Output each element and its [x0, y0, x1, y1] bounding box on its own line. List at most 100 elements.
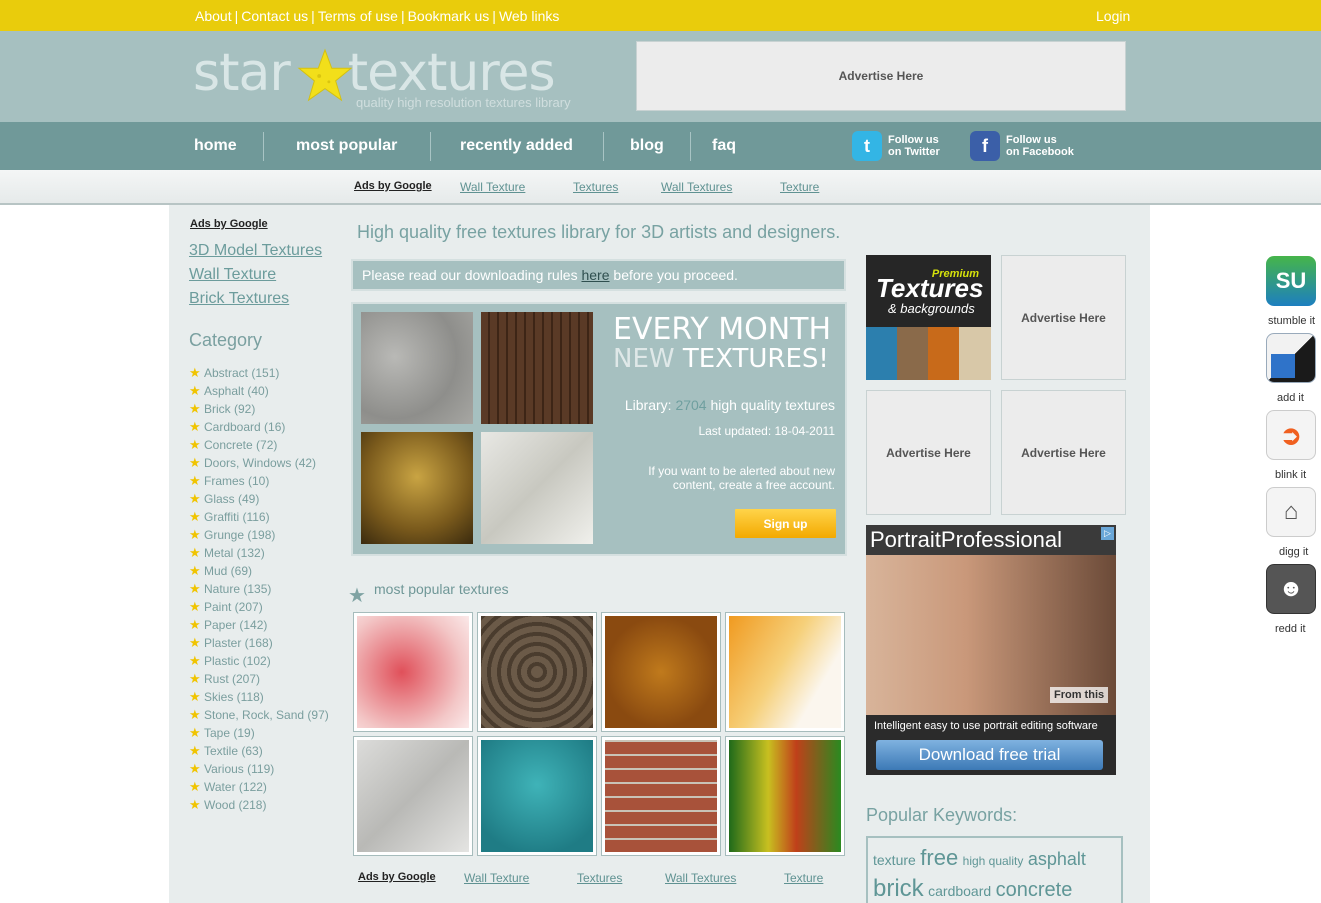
popular-thumb[interactable] [601, 612, 721, 732]
popular-thumb[interactable] [353, 612, 473, 732]
reddit-icon[interactable]: ☻ [1266, 564, 1316, 614]
category-label[interactable]: Water (122) [204, 780, 267, 794]
advertise-box[interactable]: Advertise Here [866, 390, 991, 515]
category-item[interactable]: ★ Brick (92) [189, 400, 329, 418]
bottom-ads-by-google[interactable]: Ads by Google [358, 871, 436, 883]
category-item[interactable]: ★ Stone, Rock, Sand (97) [189, 706, 329, 724]
bottom-ad-link[interactable]: Texture [784, 871, 823, 885]
keyword-link[interactable]: asphalt [1028, 849, 1086, 869]
category-label[interactable]: Paint (207) [204, 600, 263, 614]
popular-thumb[interactable] [477, 736, 597, 856]
bottom-ad-link[interactable]: Textures [577, 871, 622, 885]
portrait-professional-ad[interactable]: PortraitProfessional ▷ From this Intelli… [866, 525, 1116, 775]
premium-textures-ad[interactable]: Premium Textures & backgrounds [866, 255, 991, 380]
category-label[interactable]: Metal (132) [204, 546, 265, 560]
facebook-follow[interactable]: f Follow us on Facebook [970, 131, 1074, 161]
category-item[interactable]: ★ Asphalt (40) [189, 382, 329, 400]
ad-link[interactable]: Texture [780, 180, 819, 194]
popular-thumb[interactable] [353, 736, 473, 856]
category-item[interactable]: ★ Metal (132) [189, 544, 329, 562]
category-label[interactable]: Grunge (198) [204, 528, 275, 542]
category-item[interactable]: ★ Frames (10) [189, 472, 329, 490]
category-label[interactable]: Abstract (151) [204, 366, 279, 380]
category-label[interactable]: Asphalt (40) [204, 384, 269, 398]
sidebar-ad-link[interactable]: 3D Model Textures [189, 242, 322, 260]
category-label[interactable]: Skies (118) [204, 690, 264, 704]
category-item[interactable]: ★ Nature (135) [189, 580, 329, 598]
nav-home[interactable]: home [194, 137, 237, 155]
category-item[interactable]: ★ Glass (49) [189, 490, 329, 508]
category-label[interactable]: Mud (69) [204, 564, 252, 578]
keyword-link[interactable]: high quality [963, 854, 1024, 868]
category-label[interactable]: Graffiti (116) [204, 510, 270, 524]
weblinks-link[interactable]: Web links [499, 8, 559, 24]
login-link[interactable]: Login [1096, 8, 1130, 24]
bookmark-link[interactable]: Bookmark us [408, 8, 490, 24]
category-item[interactable]: ★ Textile (63) [189, 742, 329, 760]
category-label[interactable]: Doors, Windows (42) [204, 456, 316, 470]
category-item[interactable]: ★ Plastic (102) [189, 652, 329, 670]
ad-link[interactable]: Wall Texture [460, 180, 525, 194]
stumbleupon-icon[interactable]: SU [1266, 256, 1316, 306]
category-item[interactable]: ★ Mud (69) [189, 562, 329, 580]
category-item[interactable]: ★ Grunge (198) [189, 526, 329, 544]
blinklist-icon[interactable]: ➲ [1266, 410, 1316, 460]
popular-thumb[interactable] [725, 612, 845, 732]
keyword-link[interactable]: texture [873, 852, 916, 868]
header-advertise-box[interactable]: Advertise Here [636, 41, 1126, 111]
category-item[interactable]: ★ Wood (218) [189, 796, 329, 814]
sidebar-ad-link[interactable]: Brick Textures [189, 290, 289, 308]
popular-thumb[interactable] [477, 612, 597, 732]
twitter-follow[interactable]: t Follow us on Twitter [852, 131, 940, 161]
keyword-link[interactable]: brick [873, 875, 924, 902]
adchoices-icon[interactable]: ▷ [1101, 527, 1114, 540]
category-label[interactable]: Brick (92) [204, 402, 255, 416]
category-label[interactable]: Textile (63) [204, 744, 263, 758]
category-item[interactable]: ★ Paper (142) [189, 616, 329, 634]
promo-texture-gold[interactable] [361, 432, 473, 544]
category-item[interactable]: ★ Water (122) [189, 778, 329, 796]
category-label[interactable]: Tape (19) [204, 726, 255, 740]
sidebar-ads-by-google[interactable]: Ads by Google [190, 218, 268, 230]
category-label[interactable]: Nature (135) [204, 582, 271, 596]
category-item[interactable]: ★ Doors, Windows (42) [189, 454, 329, 472]
category-item[interactable]: ★ Tape (19) [189, 724, 329, 742]
promo-texture-concrete[interactable] [361, 312, 473, 424]
download-trial-button[interactable]: Download free trial [876, 740, 1103, 770]
category-label[interactable]: Stone, Rock, Sand (97) [204, 708, 329, 722]
category-item[interactable]: ★ Graffiti (116) [189, 508, 329, 526]
ads-by-google-link[interactable]: Ads by Google [354, 180, 432, 192]
category-label[interactable]: Various (119) [204, 762, 274, 776]
nav-recently-added[interactable]: recently added [460, 137, 573, 155]
rules-link[interactable]: here [581, 267, 609, 283]
advertise-box[interactable]: Advertise Here [1001, 255, 1126, 380]
category-item[interactable]: ★ Rust (207) [189, 670, 329, 688]
bottom-ad-link[interactable]: Wall Textures [665, 871, 736, 885]
site-logo[interactable]: star textures quality high resolution tex… [193, 45, 593, 115]
keyword-link[interactable]: free [920, 845, 958, 870]
bottom-ad-link[interactable]: Wall Texture [464, 871, 529, 885]
category-item[interactable]: ★ Plaster (168) [189, 634, 329, 652]
keyword-link[interactable]: cardboard [928, 883, 991, 899]
category-label[interactable]: Cardboard (16) [204, 420, 285, 434]
category-item[interactable]: ★ Various (119) [189, 760, 329, 778]
category-item[interactable]: ★ Skies (118) [189, 688, 329, 706]
terms-link[interactable]: Terms of use [318, 8, 398, 24]
sidebar-ad-link[interactable]: Wall Texture [189, 266, 276, 284]
category-item[interactable]: ★ Paint (207) [189, 598, 329, 616]
nav-faq[interactable]: faq [712, 137, 736, 155]
promo-texture-plaster[interactable] [481, 432, 593, 544]
ad-link[interactable]: Textures [573, 180, 618, 194]
popular-thumb[interactable] [601, 736, 721, 856]
popular-thumb[interactable] [725, 736, 845, 856]
category-label[interactable]: Concrete (72) [204, 438, 277, 452]
category-label[interactable]: Paper (142) [204, 618, 267, 632]
category-label[interactable]: Frames (10) [204, 474, 269, 488]
ad-link[interactable]: Wall Textures [661, 180, 732, 194]
advertise-box[interactable]: Advertise Here [1001, 390, 1126, 515]
category-item[interactable]: ★ Concrete (72) [189, 436, 329, 454]
nav-blog[interactable]: blog [630, 137, 664, 155]
contact-link[interactable]: Contact us [241, 8, 308, 24]
keyword-link[interactable]: concrete [996, 879, 1073, 901]
nav-most-popular[interactable]: most popular [296, 137, 397, 155]
